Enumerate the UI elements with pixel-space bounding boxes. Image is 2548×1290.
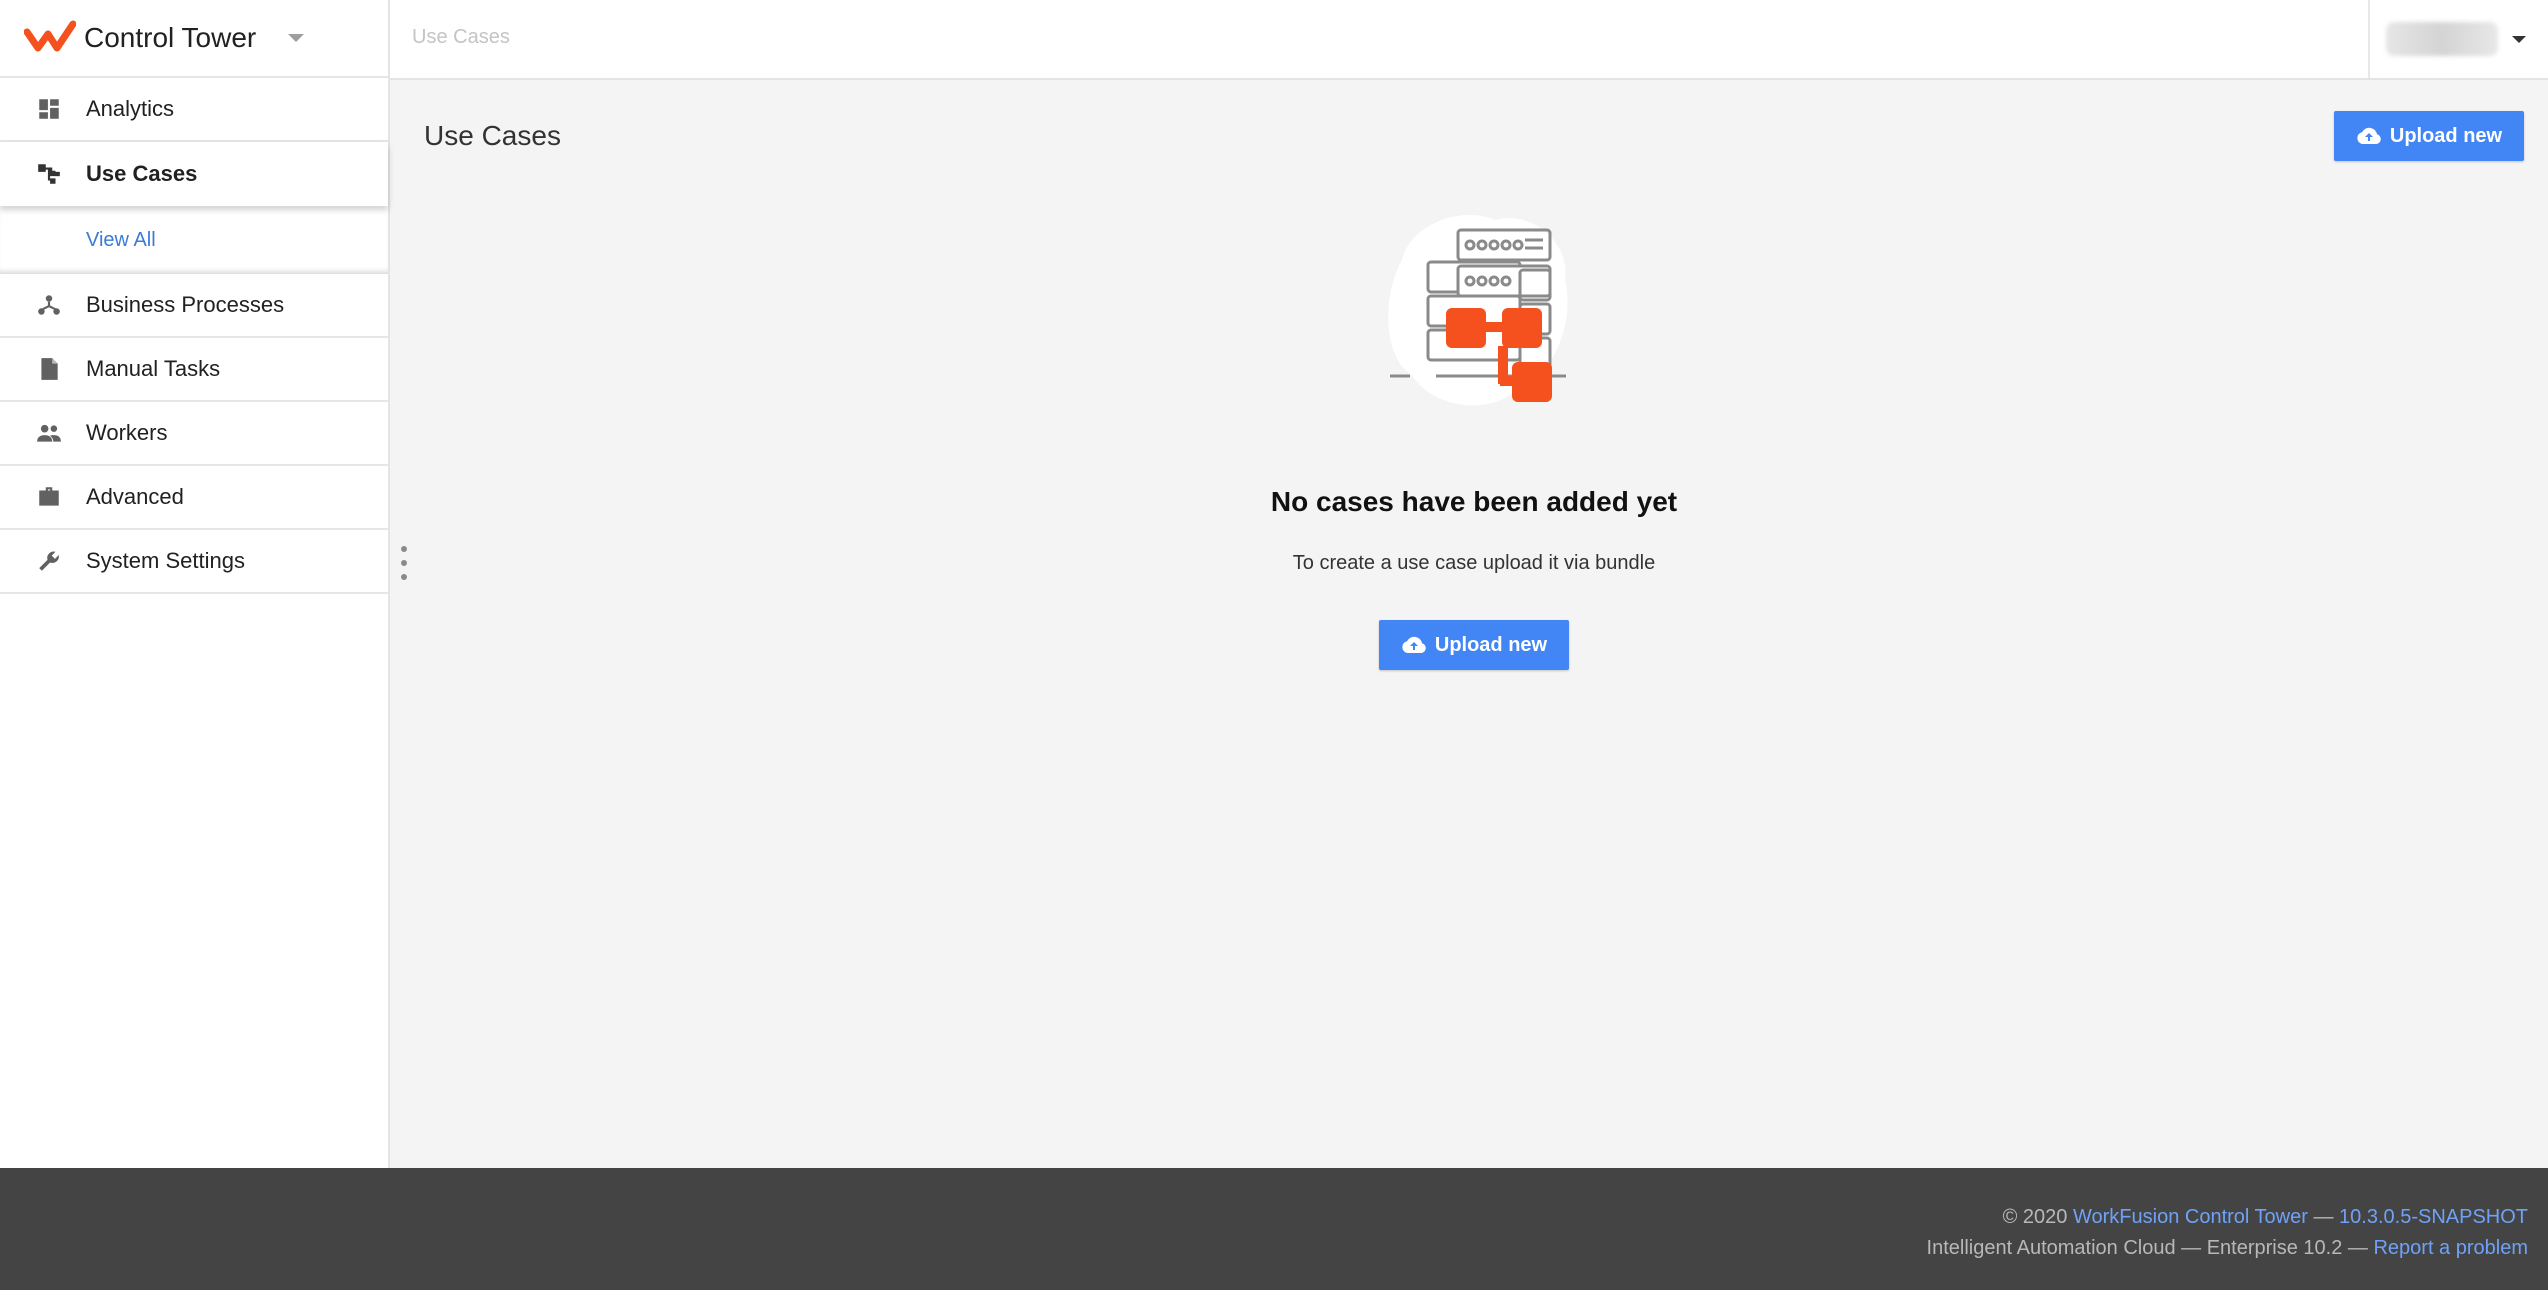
sidebar-item-business-processes[interactable]: Business Processes <box>0 274 388 338</box>
wrench-icon <box>39 551 59 571</box>
footer: © 2020 WorkFusion Control Tower — 10.3.0… <box>0 1168 2548 1290</box>
copyright-text: © 2020 <box>2002 1206 2068 1228</box>
use-cases-submenu: View All <box>0 206 388 274</box>
page-title: Use Cases <box>424 120 561 151</box>
sidebar-item-label: Manual Tasks <box>86 356 221 381</box>
separator-text: — <box>2313 1206 2340 1228</box>
view-all-link[interactable]: View All <box>86 229 156 252</box>
edition-text: Intelligent Automation Cloud — Enterpris… <box>1926 1237 2368 1259</box>
cloud-upload-icon <box>2357 127 2381 144</box>
sidebar-item-workers[interactable]: Workers <box>0 402 388 466</box>
sidebar-item-label: Use Cases <box>86 161 198 186</box>
user-menu[interactable] <box>2368 0 2548 78</box>
sidebar-item-label: Business Processes <box>86 292 285 317</box>
document-icon <box>41 358 58 380</box>
empty-state-title: No cases have been added yet <box>1270 486 1678 517</box>
workfusion-logo-icon <box>24 20 76 52</box>
sidebar-item-label: Advanced <box>86 484 184 509</box>
dashboard-icon <box>39 99 59 119</box>
cloud-upload-icon <box>1402 636 1426 653</box>
footer-line-copyright: © 2020 WorkFusion Control Tower — 10.3.0… <box>1927 1202 2528 1233</box>
version-link[interactable]: 10.3.0.5-SNAPSHOT <box>2339 1206 2528 1228</box>
app-switcher[interactable]: Control Tower <box>0 0 388 78</box>
product-link[interactable]: WorkFusion Control Tower <box>2073 1206 2308 1228</box>
upload-new-empty-state-button[interactable]: Upload new <box>1379 620 1569 670</box>
sidebar-resize-handle[interactable] <box>400 546 408 580</box>
empty-state-description: To create a use case upload it via bundl… <box>1292 552 1656 574</box>
chevron-down-icon[interactable] <box>288 34 305 42</box>
sidebar-item-label: Workers <box>86 420 168 445</box>
server-rack-flow-illustration <box>1388 214 1568 406</box>
sidebar-item-label: System Settings <box>86 548 245 573</box>
sidebar-item-use-cases[interactable]: Use Cases <box>0 142 388 206</box>
upload-new-button[interactable]: Upload new <box>2334 111 2524 161</box>
breadcrumb[interactable]: Use Cases <box>412 26 510 49</box>
sidebar: Control Tower Analytics Use Cases View A… <box>0 0 390 1168</box>
sidebar-item-system-settings[interactable]: System Settings <box>0 530 388 594</box>
sidebar-item-advanced[interactable]: Advanced <box>0 466 388 530</box>
top-header: Use Cases <box>390 0 2548 80</box>
footer-line-edition: Intelligent Automation Cloud — Enterpris… <box>1927 1233 2528 1264</box>
avatar[interactable] <box>2386 22 2498 56</box>
app-title: Control Tower <box>84 22 257 53</box>
upload-new-label: Upload new <box>1434 633 1548 656</box>
use-cases-icon <box>38 164 60 184</box>
sidebar-item-manual-tasks[interactable]: Manual Tasks <box>0 338 388 402</box>
sidebar-item-analytics[interactable]: Analytics <box>0 78 388 142</box>
process-tree-icon <box>38 295 60 315</box>
footer-info: © 2020 WorkFusion Control Tower — 10.3.0… <box>1927 1202 2528 1264</box>
chevron-down-icon[interactable] <box>2512 35 2526 43</box>
briefcase-icon <box>39 487 59 506</box>
people-icon <box>37 424 61 442</box>
report-problem-link[interactable]: Report a problem <box>2373 1237 2528 1259</box>
upload-new-label: Upload new <box>2389 124 2503 147</box>
sidebar-item-label: Analytics <box>86 96 175 121</box>
